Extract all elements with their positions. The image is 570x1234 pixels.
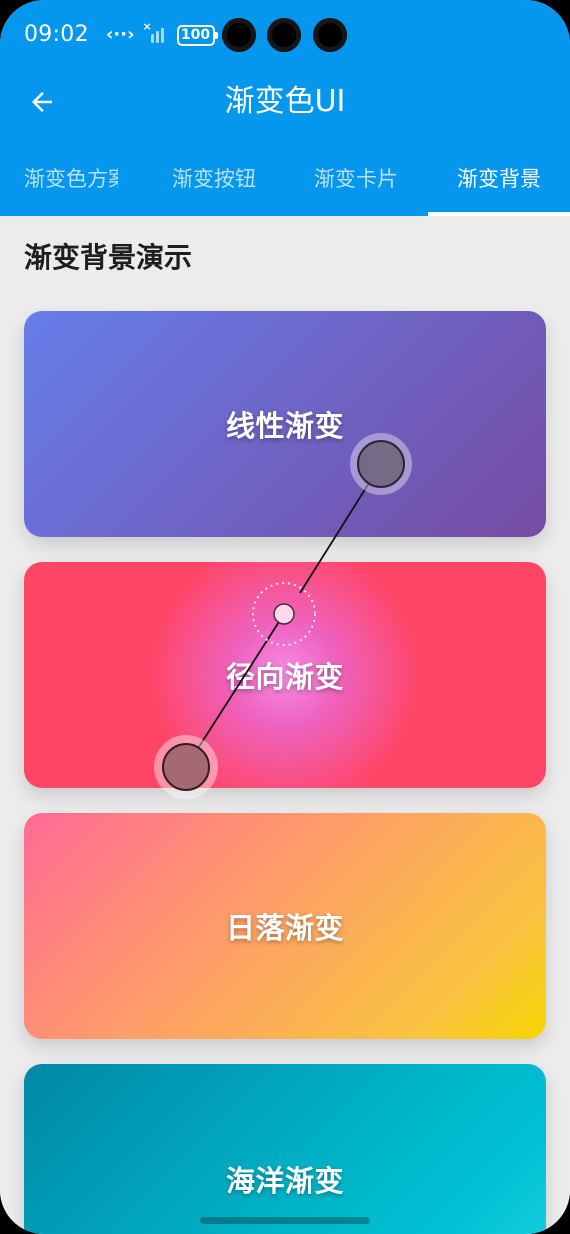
battery-icon: 100: [176, 24, 218, 46]
linear-gradient-label: 线性渐变: [225, 409, 344, 443]
gradient-background-content[interactable]: 渐变背景演示 线性渐变 径向渐变 日落渐变 海洋渐变: [0, 216, 570, 1234]
front-camera-icon: [267, 18, 301, 52]
ocean-gradient-label: 海洋渐变: [225, 1164, 344, 1198]
front-camera-icon: [313, 18, 347, 52]
status-time: 09:02: [24, 22, 89, 47]
tab-gradient-buttons[interactable]: 渐变按钮: [172, 164, 272, 194]
status-icons: ‹··› × 100: [106, 20, 218, 50]
phone-screen: 09:02 ‹··› × 100 渐变色UI 渐变色方案 渐变按钮 渐变卡片: [0, 0, 570, 1234]
tab-gradient-cards[interactable]: 渐变卡片: [314, 164, 414, 194]
linear-gradient-card[interactable]: 线性渐变: [24, 311, 546, 537]
tab-gradient-schemes[interactable]: 渐变色方案: [24, 164, 118, 194]
tab-bar: 渐变色方案 渐变按钮 渐变卡片 渐变背景: [0, 150, 570, 216]
status-bar: 09:02 ‹··› × 100: [0, 0, 570, 70]
page-title: 渐变色UI: [224, 84, 346, 119]
tab-gradient-backgrounds[interactable]: 渐变背景: [457, 164, 557, 194]
radial-gradient-card[interactable]: 径向渐变: [24, 562, 546, 788]
home-indicator[interactable]: [200, 1217, 370, 1224]
sunset-gradient-card[interactable]: 日落渐变: [24, 813, 546, 1039]
network-transfer-icon: ‹··›: [106, 24, 135, 45]
cellular-signal-icon: ×: [143, 20, 169, 45]
radial-gradient-label: 径向渐变: [225, 660, 344, 694]
front-camera-icon: [222, 18, 256, 52]
no-service-mark-icon: ×: [142, 20, 152, 33]
ocean-gradient-card[interactable]: 海洋渐变: [24, 1064, 546, 1234]
sunset-gradient-label: 日落渐变: [225, 911, 344, 945]
section-title: 渐变背景演示: [24, 241, 193, 274]
app-bar: 09:02 ‹··› × 100 渐变色UI 渐变色方案 渐变按钮 渐变卡片: [0, 0, 570, 216]
